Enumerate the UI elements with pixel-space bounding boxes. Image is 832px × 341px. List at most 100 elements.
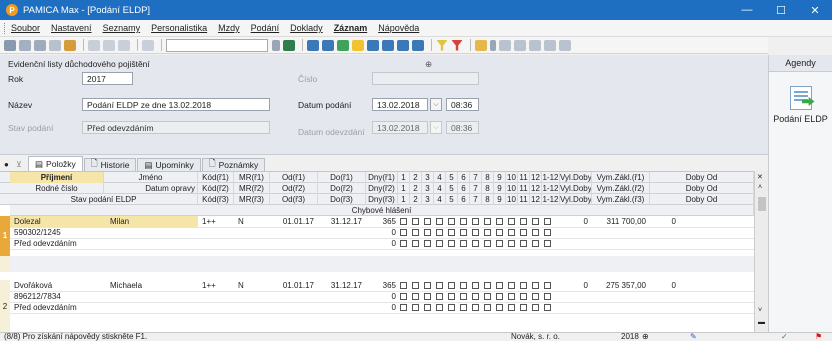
first-name-cell[interactable]: Milan [110, 217, 129, 227]
column-header[interactable]: 12 [530, 183, 542, 194]
month-checkbox[interactable] [460, 218, 467, 225]
month-checkbox[interactable] [436, 218, 443, 225]
month-checkbox[interactable] [400, 240, 407, 247]
new-record-icon[interactable] [88, 39, 100, 51]
date-from-cell[interactable]: 01.01.17 [270, 217, 314, 227]
days-cell[interactable]: 365 [366, 217, 396, 227]
tab-poznamky[interactable]: 🗋 Poznámky [201, 158, 266, 171]
column-header[interactable]: 1-12 [542, 172, 560, 183]
tab-upominky[interactable]: ▤ Upomínky [137, 158, 201, 171]
scroll-close-icon[interactable]: ✕ [757, 173, 763, 181]
month-checkbox[interactable] [472, 229, 479, 236]
copy-icon[interactable] [142, 39, 154, 51]
column-header[interactable]: 9 [494, 194, 506, 205]
first-record-icon[interactable] [307, 39, 319, 51]
column-header[interactable]: Kód(ř1) [198, 172, 234, 183]
month-checkbox[interactable] [472, 240, 479, 247]
column-header[interactable]: Vym.Zákl.(ř2) [592, 183, 650, 194]
column-header[interactable]: Kód(ř2) [198, 183, 234, 194]
birth-number-cell[interactable]: 896212/7834 [14, 292, 61, 302]
month-checkbox[interactable] [424, 218, 431, 225]
month-checkbox[interactable] [436, 293, 443, 300]
month-checkbox[interactable] [412, 293, 419, 300]
month-checkbox[interactable] [520, 229, 527, 236]
month-checkbox[interactable] [544, 282, 551, 289]
month-checkbox[interactable] [484, 293, 491, 300]
days-cell[interactable]: 365 [366, 281, 396, 291]
cas-podani-input[interactable]: 08:36 [446, 98, 479, 111]
datum-podani-dropdown[interactable]: ⌵ [430, 98, 442, 111]
menu-personalistika[interactable]: Personalistika [151, 23, 207, 33]
month-checkbox[interactable] [436, 229, 443, 236]
column-header[interactable]: 11 [518, 183, 530, 194]
month-checkbox[interactable] [412, 229, 419, 236]
column-header[interactable]: Do(ř1) [318, 172, 366, 183]
month-checkbox[interactable] [460, 293, 467, 300]
toolbar-select[interactable] [166, 38, 268, 52]
month-checkbox[interactable] [544, 240, 551, 247]
scroll-thumb[interactable] [758, 197, 766, 211]
column-header[interactable]: 1-12 [542, 183, 560, 194]
month-checkbox[interactable] [496, 282, 503, 289]
month-checkbox[interactable] [400, 218, 407, 225]
month-checkbox[interactable] [460, 229, 467, 236]
periods-from-cell[interactable]: 0 [650, 217, 676, 227]
menu-mzdy[interactable]: Mzdy [218, 23, 240, 33]
month-checkbox[interactable] [460, 282, 467, 289]
column-header[interactable]: 10 [506, 183, 518, 194]
table-icon[interactable] [544, 39, 556, 51]
column-header[interactable]: Od(ř1) [270, 172, 318, 183]
days-cell[interactable]: 0 [366, 239, 396, 249]
column-header[interactable]: Vyl.Doby [560, 172, 592, 183]
column-header[interactable]: MR(ř3) [234, 194, 270, 205]
column-header[interactable]: 4 [434, 194, 446, 205]
month-checkbox[interactable] [520, 218, 527, 225]
column-header[interactable]: 6 [458, 183, 470, 194]
column-header[interactable]: 4 [434, 172, 446, 183]
month-checkbox[interactable] [460, 240, 467, 247]
column-header[interactable]: 1 [398, 183, 410, 194]
code-cell[interactable]: 1++ [202, 217, 216, 227]
month-checkbox[interactable] [484, 282, 491, 289]
code-cell[interactable]: 1++ [202, 281, 216, 291]
month-checkbox[interactable] [436, 282, 443, 289]
month-checkbox[interactable] [436, 240, 443, 247]
month-checkbox[interactable] [424, 240, 431, 247]
month-checkbox[interactable] [544, 229, 551, 236]
month-checkbox[interactable] [412, 282, 419, 289]
nazev-input[interactable]: Podání ELDP ze dne 13.02.2018 [82, 98, 270, 111]
first-name-cell[interactable]: Michaela [110, 281, 142, 291]
columns-icon[interactable] [529, 39, 541, 51]
month-checkbox[interactable] [448, 229, 455, 236]
menu-seznamy[interactable]: Seznamy [103, 23, 141, 33]
column-header[interactable]: 1 [398, 194, 410, 205]
month-checkbox[interactable] [532, 229, 539, 236]
month-checkbox[interactable] [400, 304, 407, 311]
mr-cell[interactable]: N [238, 281, 244, 291]
datum-podani-input[interactable]: 13.02.2018 [372, 98, 428, 111]
scroll-up-icon[interactable]: ˄ [758, 184, 762, 191]
month-checkbox[interactable] [460, 304, 467, 311]
month-checkbox[interactable] [520, 304, 527, 311]
column-header[interactable]: Dny(ř2) [366, 183, 398, 194]
tools-icon[interactable] [559, 39, 571, 51]
rok-input[interactable]: 2017 [82, 72, 133, 85]
month-checkbox[interactable] [400, 282, 407, 289]
column-header[interactable]: 7 [470, 172, 482, 183]
column-header[interactable]: Od(ř2) [270, 183, 318, 194]
month-checkbox[interactable] [424, 293, 431, 300]
pin-icon[interactable]: ● [4, 158, 14, 171]
excel-icon[interactable] [283, 39, 295, 51]
month-checkbox[interactable] [544, 293, 551, 300]
column-header[interactable]: 5 [446, 172, 458, 183]
column-header[interactable]: 11 [518, 194, 530, 205]
month-checkbox[interactable] [496, 229, 503, 236]
month-checkbox[interactable] [532, 240, 539, 247]
column-header[interactable]: 4 [434, 183, 446, 194]
column-header[interactable]: 2 [410, 172, 422, 183]
surname-cell[interactable]: Dvořáková [14, 281, 52, 291]
month-checkbox[interactable] [424, 304, 431, 311]
month-checkbox[interactable] [484, 240, 491, 247]
birth-number-cell[interactable]: 590302/1245 [14, 228, 61, 238]
column-header[interactable]: 6 [458, 172, 470, 183]
